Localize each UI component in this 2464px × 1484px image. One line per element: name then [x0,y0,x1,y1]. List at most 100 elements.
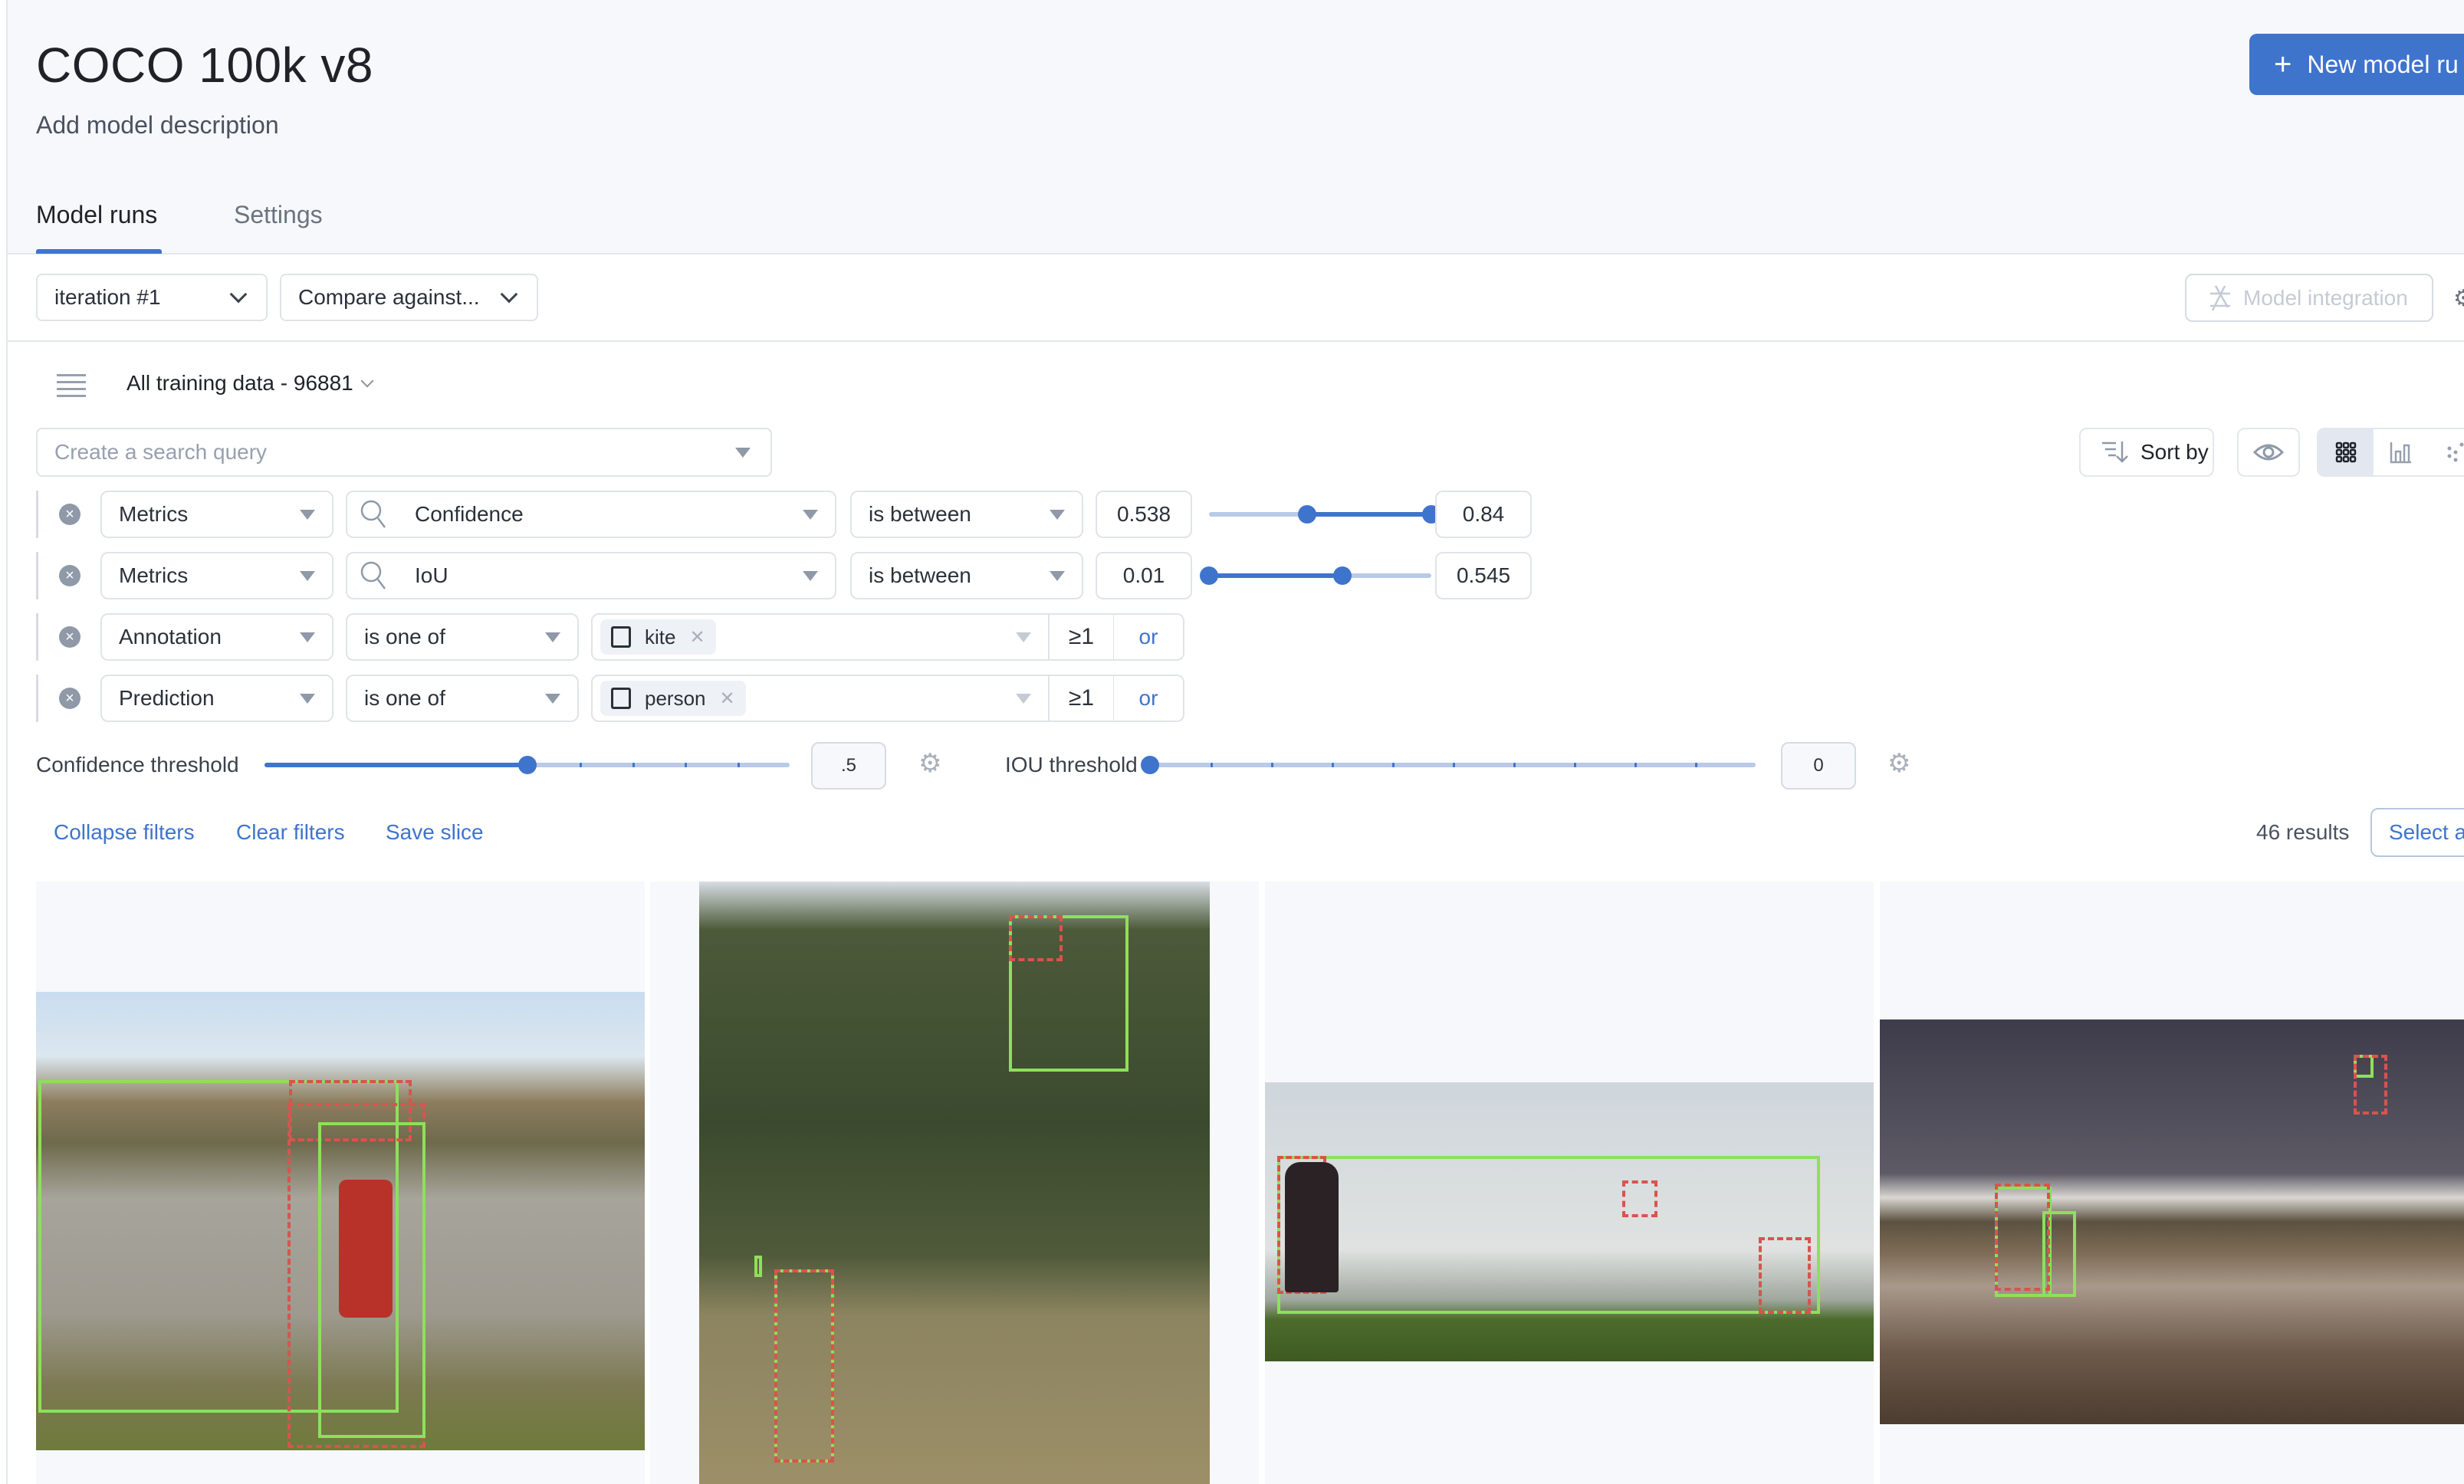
page-title: COCO 100k v8 [36,38,373,93]
filter-category-select[interactable]: Metrics [100,552,333,599]
visibility-toggle-button[interactable] [2237,428,2300,477]
range-min-input[interactable]: 0.538 [1096,491,1192,538]
save-slice-link[interactable]: Save slice [386,820,484,845]
chip-checkbox[interactable] [611,688,631,709]
confidence-settings-gear-icon[interactable]: ⚙ [918,748,941,779]
threshold-tick [1574,763,1576,767]
filter-operator-select[interactable]: is between [850,552,1083,599]
remove-filter-icon[interactable]: × [59,626,80,648]
scatter-icon [2447,442,2464,462]
filter-field-select[interactable]: IoU [346,552,836,599]
caret-down-icon [1016,693,1031,704]
grid-view-button[interactable] [2318,429,2374,475]
remove-filter-icon[interactable]: × [59,565,80,586]
confidence-range-slider[interactable] [1209,491,1441,538]
chip-remove-icon[interactable]: ✕ [689,626,705,648]
filter-category-select[interactable]: Annotation [100,613,333,661]
confidence-threshold-slider[interactable] [264,753,790,777]
gallery-card[interactable] [1880,882,2464,1484]
tab-model-runs[interactable]: Model runs [36,201,157,229]
iou-range-slider[interactable] [1200,552,1431,599]
threshold-tick [737,763,740,767]
iou-threshold-input[interactable]: 0 [1781,742,1856,790]
confidence-threshold-label: Confidence threshold [36,753,239,776]
compare-against-select[interactable]: Compare against... [280,274,538,321]
model-integration-button[interactable]: Model integration [2185,274,2433,322]
chevron-down-icon [500,285,518,304]
caret-down-icon [300,632,315,642]
scatter-view-button[interactable] [2429,429,2464,475]
or-button[interactable]: or [1114,675,1184,722]
range-min-input[interactable]: 0.01 [1096,552,1192,599]
filter-category-value: Metrics [119,502,189,526]
sort-by-label: Sort by [2140,440,2209,464]
threshold-tick [1211,763,1213,767]
threshold-tick [475,763,477,767]
iteration-select-value: iteration #1 [54,285,161,309]
tab-settings[interactable]: Settings [234,201,323,229]
filter-row-annotation: × Annotation is one of kite ✕ ≥1 or [36,613,1539,661]
filter-category-select[interactable]: Prediction [100,675,333,722]
filter-operator-value: is one of [364,686,445,710]
threshold-fill [264,763,527,767]
threshold-handle[interactable] [517,756,537,774]
filter-operator-select[interactable]: is between [850,491,1083,538]
select-all-button[interactable]: Select a [2370,808,2464,857]
slider-handle-max[interactable] [1333,566,1352,585]
threshold-tick [1453,763,1455,767]
gallery-card[interactable] [650,882,1259,1484]
threshold-tick [685,763,687,767]
slider-handle-min[interactable] [1297,505,1316,524]
collapse-filters-link[interactable]: Collapse filters [54,820,195,845]
filter-row-bar [36,675,38,722]
range-max-input[interactable]: 0.84 [1435,491,1532,538]
range-max-input[interactable]: 0.545 [1435,552,1532,599]
chip-remove-icon[interactable]: ✕ [720,688,735,710]
search-query-input[interactable]: Create a search query [36,428,772,477]
person-figure [339,1180,393,1318]
chip-label: person [645,686,706,710]
sort-by-button[interactable]: Sort by [2079,428,2214,477]
chip-checkbox[interactable] [611,626,631,648]
grid-icon [2335,442,2357,463]
filter-field-value: IoU [415,563,448,587]
filter-operator-select[interactable]: is one of [346,613,579,661]
dataset-selector[interactable]: All training data - 96881 [126,371,374,396]
gear-icon[interactable]: ⚙ [2453,285,2464,312]
remove-filter-icon[interactable]: × [59,504,80,525]
filter-field-select[interactable]: Confidence [346,491,836,538]
caret-down-icon [545,693,560,704]
filter-category-value: Annotation [119,625,222,648]
remove-filter-icon[interactable]: × [59,688,80,709]
model-integration-label: Model integration [2243,285,2408,310]
gallery-card[interactable] [1265,882,1874,1484]
threshold-tick [370,763,372,767]
count-operator[interactable]: ≥1 [1050,675,1114,722]
new-model-run-button[interactable]: + New model ru [2249,34,2464,95]
filter-category-select[interactable]: Metrics [100,491,333,538]
filter-row-bar [36,552,38,599]
filter-category-value: Metrics [119,563,189,587]
hamburger-icon[interactable] [57,374,86,397]
or-button[interactable]: or [1114,613,1184,661]
clear-filters-link[interactable]: Clear filters [236,820,345,845]
confidence-threshold-input[interactable]: .5 [811,742,886,790]
count-operator[interactable]: ≥1 [1050,613,1114,661]
iou-settings-gear-icon[interactable]: ⚙ [1887,748,1910,779]
prediction-box [2354,1055,2387,1115]
iou-threshold-slider[interactable] [1141,753,1756,777]
chart-view-button[interactable] [2374,429,2429,475]
iteration-select[interactable]: iteration #1 [36,274,268,321]
threshold-handle[interactable] [1141,756,1159,774]
model-description[interactable]: Add model description [36,111,279,140]
slider-handle-min[interactable] [1200,566,1218,585]
threshold-tick [580,763,582,767]
iou-threshold-label: IOU threshold [1005,753,1138,776]
eye-icon [2253,444,2284,461]
filter-values-multiselect[interactable]: person ✕ [591,675,1050,722]
search-icon [360,561,386,589]
filter-operator-select[interactable]: is one of [346,675,579,722]
active-tab-indicator [36,249,162,254]
filter-values-multiselect[interactable]: kite ✕ [591,613,1050,661]
gallery-card[interactable] [36,882,645,1484]
